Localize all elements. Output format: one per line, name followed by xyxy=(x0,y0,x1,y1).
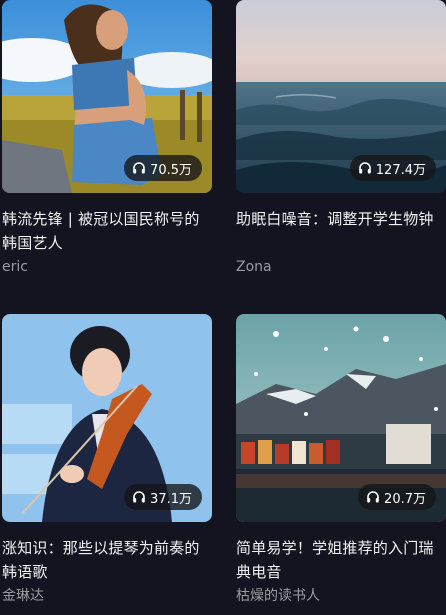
playlist-card[interactable]: 20.7万 简单易学！学姐推荐的入门瑞典电音 枯燥的读书人 xyxy=(236,314,446,606)
playlist-card[interactable]: 127.4万 助眠白噪音：调整开学生物钟 Zona xyxy=(236,0,446,277)
play-count: 127.4万 xyxy=(375,162,426,178)
playlist-cover[interactable]: 70.5万 xyxy=(2,0,212,193)
headphones-icon xyxy=(132,161,146,175)
play-count-badge: 127.4万 xyxy=(349,155,436,181)
playlist-title[interactable]: 韩流先锋 | 被冠以国民称号的韩国艺人 xyxy=(2,207,212,255)
headphones-icon xyxy=(366,490,380,504)
playlist-title[interactable]: 简单易学！学姐推荐的入门瑞典电音 xyxy=(236,536,446,584)
playlist-cover[interactable]: 20.7万 xyxy=(236,314,446,522)
playlist-author[interactable]: Zona xyxy=(236,257,446,277)
playlist-author[interactable]: 金琳达 xyxy=(2,586,212,606)
playlist-card[interactable]: 70.5万 韩流先锋 | 被冠以国民称号的韩国艺人 eric xyxy=(2,0,212,277)
play-count-badge: 37.1万 xyxy=(124,484,202,510)
headphones-icon xyxy=(132,490,146,504)
playlist-author[interactable]: 枯燥的读书人 xyxy=(236,586,446,606)
playlist-card[interactable]: 37.1万 涨知识：那些以提琴为前奏的韩语歌 金琳达 xyxy=(2,314,212,606)
play-count: 37.1万 xyxy=(150,491,192,507)
playlist-title[interactable]: 涨知识：那些以提琴为前奏的韩语歌 xyxy=(2,536,212,584)
play-count-badge: 70.5万 xyxy=(124,155,202,181)
play-count: 70.5万 xyxy=(150,162,192,178)
playlist-cover[interactable]: 127.4万 xyxy=(236,0,446,193)
play-count-badge: 20.7万 xyxy=(358,484,436,510)
play-count: 20.7万 xyxy=(384,491,426,507)
playlist-cover[interactable]: 37.1万 xyxy=(2,314,212,522)
playlist-title[interactable]: 助眠白噪音：调整开学生物钟 xyxy=(236,207,446,255)
playlist-author[interactable]: eric xyxy=(2,257,212,277)
headphones-icon xyxy=(358,161,372,175)
